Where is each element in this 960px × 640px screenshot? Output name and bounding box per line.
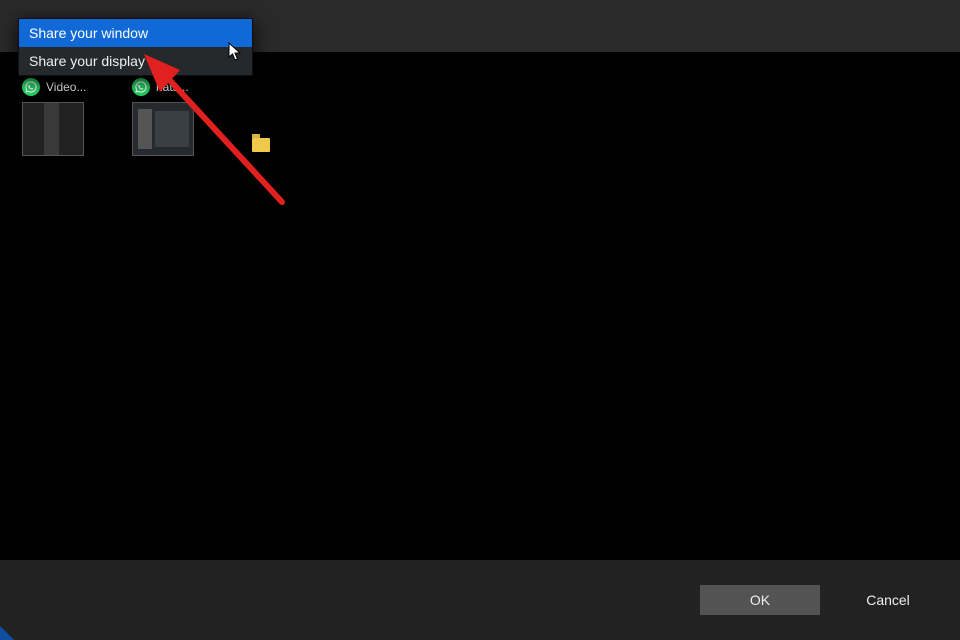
thumbnail-header: hats... bbox=[132, 78, 232, 96]
share-type-menu: Share your window Share your display bbox=[18, 18, 253, 76]
share-dialog-stage: Video... hats... Share your window Share… bbox=[0, 0, 960, 640]
resize-grip-icon bbox=[0, 626, 14, 640]
folder-icon bbox=[252, 138, 270, 152]
menu-item-share-window[interactable]: Share your window bbox=[19, 19, 252, 47]
share-window-thumbnails: Video... hats... bbox=[12, 60, 292, 170]
cancel-button[interactable]: Cancel bbox=[828, 585, 948, 615]
thumbnail-label: Video... bbox=[46, 80, 86, 94]
ok-button[interactable]: OK bbox=[700, 585, 820, 615]
share-window-item-1[interactable]: Video... bbox=[22, 78, 122, 156]
dialog-footer: OK Cancel bbox=[0, 560, 960, 640]
whatsapp-icon bbox=[22, 78, 40, 96]
thumbnail-label: hats... bbox=[156, 80, 189, 94]
whatsapp-icon bbox=[132, 78, 150, 96]
share-window-item-2[interactable]: hats... bbox=[132, 78, 232, 156]
menu-item-share-display[interactable]: Share your display bbox=[19, 47, 252, 75]
thumbnail-preview bbox=[132, 102, 194, 156]
thumbnail-preview bbox=[22, 102, 84, 156]
thumbnail-header: Video... bbox=[22, 78, 122, 96]
